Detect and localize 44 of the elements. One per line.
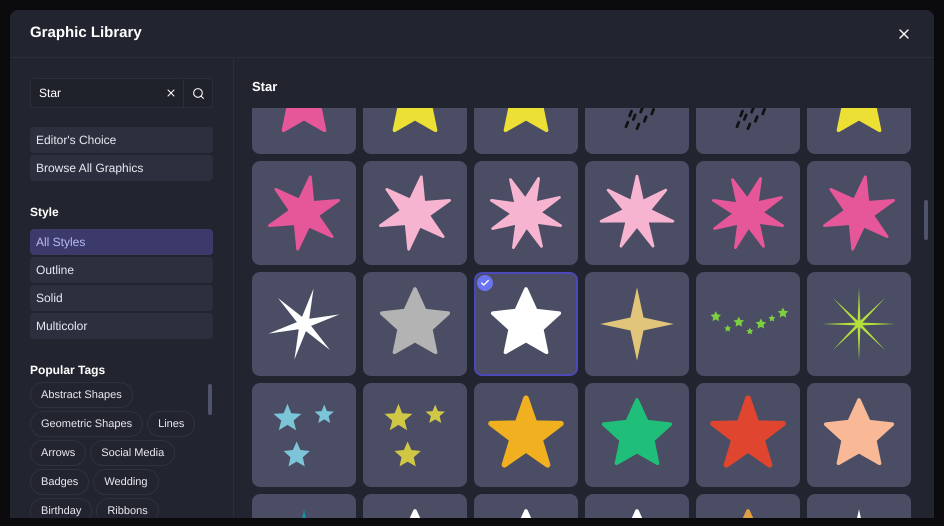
graphic-tile[interactable] xyxy=(807,161,911,265)
collection-item[interactable]: Browse All Graphics xyxy=(30,155,213,181)
search-icon xyxy=(192,86,204,100)
graphic-tile[interactable] xyxy=(807,272,911,376)
style-option[interactable]: Solid xyxy=(30,285,213,311)
tag-chip[interactable]: Birthday xyxy=(30,498,92,518)
style-option[interactable]: Multicolor xyxy=(30,313,213,339)
style-option[interactable]: Outline xyxy=(30,257,213,283)
scrollbar[interactable] xyxy=(924,200,928,240)
scrollbar[interactable] xyxy=(208,384,212,415)
tag-chip[interactable]: Badges xyxy=(30,469,90,495)
clear-icon xyxy=(165,87,177,99)
graphic-tile[interactable] xyxy=(585,272,689,376)
graphic-tile[interactable] xyxy=(363,161,467,265)
graphic-tile[interactable] xyxy=(252,161,356,265)
graphic-tile[interactable] xyxy=(363,272,467,376)
tag-chip[interactable]: Geometric Shapes xyxy=(30,411,144,437)
graphic-tile[interactable] xyxy=(474,161,578,265)
results-title: Star xyxy=(252,79,278,95)
tag-chip[interactable]: Wedding xyxy=(93,469,159,495)
collection-item[interactable]: Editor's Choice xyxy=(30,127,213,153)
section-heading: Popular Tags xyxy=(30,362,106,379)
graphic-tile[interactable] xyxy=(696,161,800,265)
section-heading: Style xyxy=(30,204,60,221)
tag-chip[interactable]: Abstract Shapes xyxy=(30,382,133,408)
graphic-tile[interactable] xyxy=(252,272,356,376)
tag-chip[interactable]: Ribbons xyxy=(96,498,159,518)
graphic-tile[interactable] xyxy=(363,383,467,487)
graphic-tile[interactable] xyxy=(585,161,689,265)
graphic-tile[interactable] xyxy=(696,272,800,376)
graphic-tile[interactable] xyxy=(696,383,800,487)
graphic-tile[interactable] xyxy=(252,383,356,487)
search-field[interactable]: Star xyxy=(31,84,159,102)
tag-chip[interactable]: Social Media xyxy=(90,440,176,466)
graphic-tile[interactable] xyxy=(474,383,578,487)
tag-chip[interactable]: Arrows xyxy=(30,440,86,466)
tag-chip[interactable]: Lines xyxy=(147,411,196,437)
graphic-tile[interactable] xyxy=(474,272,578,376)
check-badge-icon xyxy=(477,275,493,291)
style-option[interactable]: All Styles xyxy=(30,229,213,255)
window-title: Graphic Library xyxy=(30,23,142,44)
graphic-tile[interactable] xyxy=(585,383,689,487)
search-bar[interactable]: Star xyxy=(30,78,213,108)
graphic-tile[interactable] xyxy=(807,383,911,487)
